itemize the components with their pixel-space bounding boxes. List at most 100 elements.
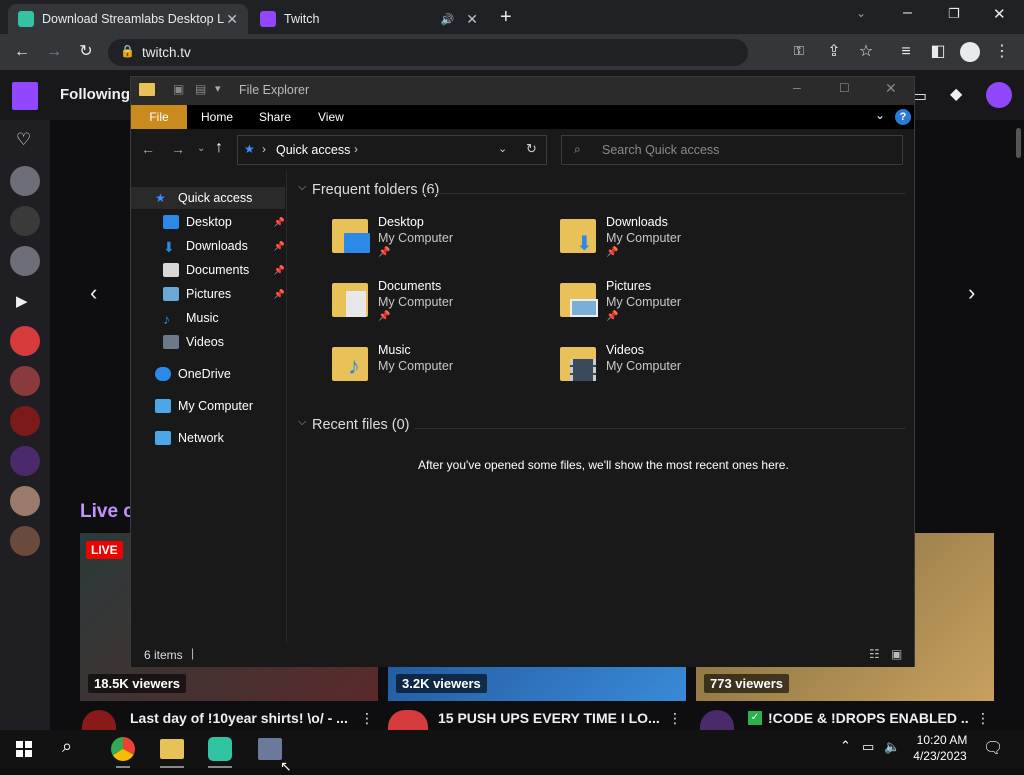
expand-ribbon-icon[interactable]: ⌄	[875, 108, 885, 122]
folder-pictures[interactable]: Pictures My Computer 📌	[560, 279, 770, 335]
channel-avatar[interactable]	[10, 326, 40, 356]
channel-avatar[interactable]	[10, 206, 40, 236]
explorer-title-bar[interactable]: ▣ ▤ ▾ File Explorer – ☐ ✕	[131, 77, 914, 105]
chrome-icon[interactable]	[111, 737, 135, 761]
nav-item-videos[interactable]: Videos	[163, 331, 285, 353]
carousel-prev-icon[interactable]: ‹	[90, 280, 97, 306]
twitch-logo-icon[interactable]	[12, 82, 38, 110]
new-tab-button[interactable]: +	[500, 6, 512, 29]
following-link[interactable]: Following	[60, 86, 130, 103]
nav-item-network[interactable]: Network	[155, 427, 285, 449]
more-options-icon[interactable]: ⋮	[360, 710, 374, 727]
nav-item-desktop[interactable]: Desktop 📌	[163, 211, 285, 233]
nav-item-downloads[interactable]: ⬇ Downloads 📌	[163, 235, 285, 257]
notification-icon[interactable]: 🗨	[983, 738, 1003, 758]
channel-avatar[interactable]	[82, 710, 116, 730]
page-scrollbar[interactable]	[1016, 128, 1021, 158]
more-options-icon[interactable]: ⋮	[668, 710, 682, 727]
nav-item-onedrive[interactable]: OneDrive	[155, 363, 285, 385]
nav-item-my-computer[interactable]: My Computer	[155, 395, 285, 417]
clock-date[interactable]: 4/23/2023	[908, 749, 972, 763]
folder-videos[interactable]: Videos My Computer	[560, 343, 770, 399]
search-field[interactable]: ⌕ Search Quick access	[561, 135, 903, 165]
channel-avatar[interactable]	[10, 166, 40, 196]
lock-icon[interactable]: 🔒	[120, 44, 135, 58]
close-tab-icon[interactable]: ✕	[466, 11, 478, 28]
ribbon-tab-share[interactable]: Share	[259, 110, 291, 124]
nav-item-pictures[interactable]: Pictures 📌	[163, 283, 285, 305]
frequent-folders-header[interactable]: Frequent folders (6)	[312, 182, 439, 198]
profile-avatar[interactable]	[960, 42, 980, 62]
speaker-icon[interactable]: 🔊	[441, 13, 455, 26]
close-tab-icon[interactable]: ✕	[226, 11, 238, 28]
address-dropdown-icon[interactable]: ⌄	[498, 142, 507, 155]
close-window-icon[interactable]: ✕	[993, 5, 1006, 23]
details-view-icon[interactable]: ☷	[869, 647, 880, 661]
recent-files-header[interactable]: Recent files (0)	[312, 417, 410, 433]
back-icon[interactable]: ←	[141, 141, 155, 157]
breadcrumb[interactable]: Quick access	[276, 143, 350, 157]
folder-documents[interactable]: Documents My Computer 📌	[332, 279, 542, 335]
quick-access-toolbar-dropdown-icon[interactable]: ▾	[215, 82, 221, 95]
nav-item-documents[interactable]: Documents 📌	[163, 259, 285, 281]
user-avatar[interactable]	[986, 82, 1012, 108]
more-options-icon[interactable]: ⋮	[976, 710, 990, 727]
menu-icon[interactable]: ⋮	[990, 34, 1014, 70]
ribbon-tab-view[interactable]: View	[318, 110, 344, 124]
stream-title[interactable]: !CODE & !DROPS ENABLED ...	[768, 710, 968, 726]
close-icon[interactable]: ✕	[885, 80, 897, 97]
new-folder-icon[interactable]: ▤	[195, 82, 206, 96]
nav-item-music[interactable]: ♪ Music	[163, 307, 285, 329]
back-icon[interactable]: ←	[8, 34, 36, 70]
channel-avatar[interactable]	[10, 406, 40, 436]
streamlabs-icon[interactable]	[208, 737, 232, 761]
channel-avatar[interactable]	[700, 710, 734, 730]
minimize-icon[interactable]: –	[793, 79, 801, 95]
volume-icon[interactable]: 🔈	[884, 739, 900, 755]
clock-time[interactable]: 10:20 AM	[912, 733, 972, 747]
refresh-icon[interactable]: ↻	[526, 141, 537, 157]
forward-icon[interactable]: →	[40, 34, 68, 70]
restore-window-icon[interactable]: ❐	[948, 6, 960, 22]
channel-avatar[interactable]	[10, 446, 40, 476]
key-icon[interactable]: ⚿	[794, 43, 804, 59]
search-icon[interactable]: ⌕	[62, 736, 72, 757]
nav-item-quick-access[interactable]: ★ Quick access	[155, 187, 285, 209]
tab-search-icon[interactable]: ⌄	[856, 6, 866, 20]
up-icon[interactable]: ↑	[215, 139, 223, 157]
address-bar[interactable]: 🔒 twitch.tv ⚿	[108, 39, 804, 66]
reading-list-icon[interactable]: ≡	[894, 34, 918, 70]
ribbon-tab-file[interactable]: File	[131, 105, 187, 129]
carousel-next-icon[interactable]: ›	[968, 280, 975, 306]
maximize-icon[interactable]: ☐	[839, 81, 850, 95]
breadcrumb-chevron-icon[interactable]: ›	[354, 142, 358, 156]
share-icon[interactable]: ⇪	[822, 34, 846, 70]
show-hidden-icons-icon[interactable]: ⌃	[840, 738, 851, 754]
forward-icon[interactable]: →	[171, 141, 185, 157]
side-panel-icon[interactable]: ◧	[926, 34, 950, 70]
file-explorer-icon[interactable]	[160, 739, 184, 759]
channel-avatar[interactable]	[10, 246, 40, 276]
reload-icon[interactable]: ↻	[72, 34, 100, 70]
folder-downloads[interactable]: ⬇ Downloads My Computer 📌	[560, 215, 770, 271]
tab-twitch[interactable]: Twitch 🔊 ✕	[250, 4, 488, 34]
network-icon[interactable]: ▭	[862, 739, 874, 755]
large-icons-view-icon[interactable]: ▣	[891, 647, 902, 661]
windows-start-icon[interactable]	[16, 741, 32, 757]
properties-icon[interactable]: ▣	[173, 82, 184, 96]
help-icon[interactable]: ?	[895, 109, 911, 125]
channel-avatar[interactable]	[10, 526, 40, 556]
recent-locations-icon[interactable]: ⌄	[197, 143, 205, 154]
ribbon-tab-home[interactable]: Home	[201, 110, 233, 124]
folder-music[interactable]: ♪ Music My Computer	[332, 343, 542, 399]
bookmark-star-icon[interactable]: ☆	[854, 34, 878, 70]
folder-desktop[interactable]: Desktop My Computer 📌	[332, 215, 542, 271]
channel-avatar[interactable]	[388, 710, 428, 730]
collapse-chevron-icon[interactable]: ⌵	[298, 416, 306, 429]
installer-icon[interactable]	[258, 738, 282, 760]
address-field[interactable]: ★ › Quick access › ⌄ ↻	[237, 135, 547, 165]
stream-title[interactable]: Last day of !10year shirts! \o/ - ...	[130, 710, 354, 726]
url-text[interactable]: twitch.tv	[142, 45, 191, 60]
crown-icon[interactable]: ◆	[950, 84, 962, 104]
collapse-chevron-icon[interactable]: ⌵	[298, 181, 306, 194]
